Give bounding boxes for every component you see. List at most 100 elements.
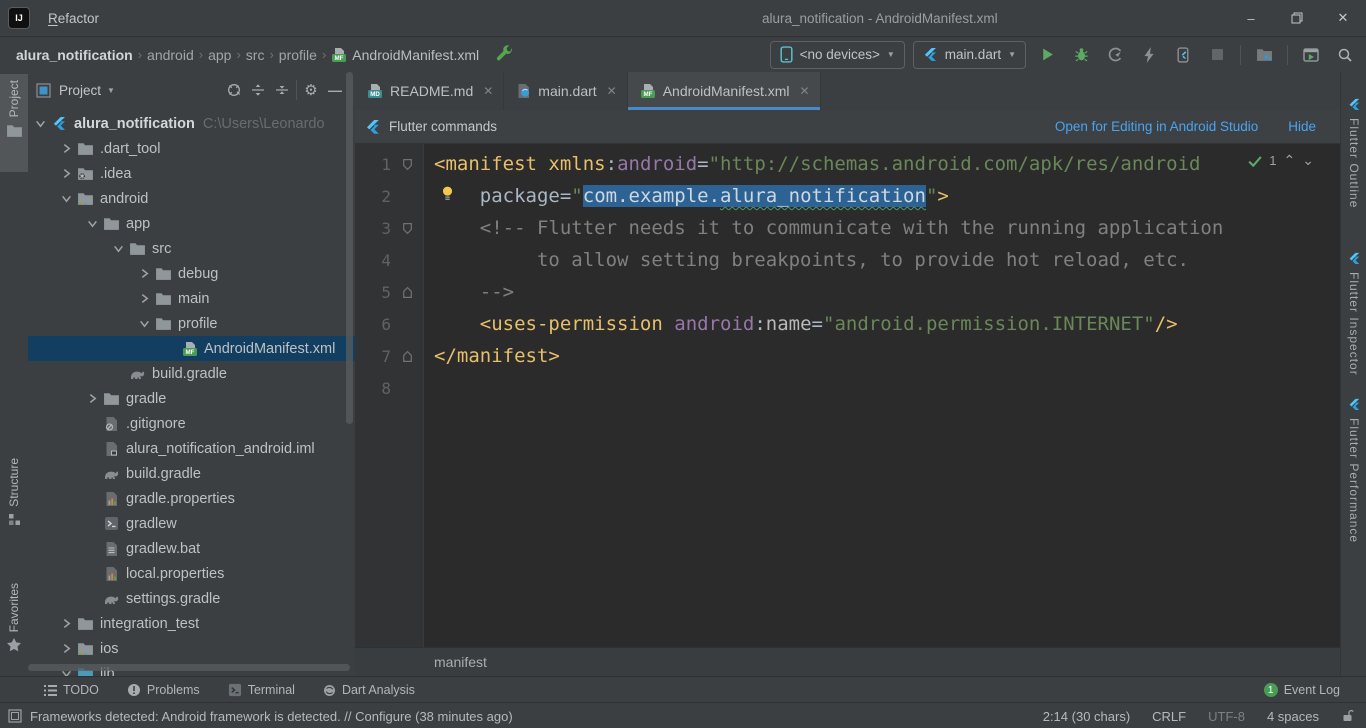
- code-line-1[interactable]: 1<manifest xmlns:android="http://schemas…: [355, 148, 1340, 180]
- tree-row-src[interactable]: src: [28, 236, 355, 261]
- stripe-tab-flutter-performance[interactable]: Flutter Performance: [1341, 398, 1366, 543]
- profile-button[interactable]: [1102, 42, 1128, 68]
- tree-row-integration_test[interactable]: integration_test: [28, 611, 355, 636]
- code-line-7[interactable]: 7</manifest>: [355, 340, 1340, 372]
- tree-row-AndroidManifest.xml[interactable]: MFAndroidManifest.xml: [28, 336, 355, 361]
- status-message[interactable]: Frameworks detected: Android framework i…: [30, 709, 513, 724]
- tool-window-button-terminal[interactable]: Terminal: [228, 683, 295, 697]
- run-anything-button[interactable]: [1298, 42, 1324, 68]
- stripe-tab-project[interactable]: Project: [0, 74, 28, 172]
- chevron-down-icon[interactable]: [58, 190, 75, 207]
- device-selector[interactable]: <no devices>▼: [770, 41, 905, 69]
- chevron-right-icon[interactable]: [58, 140, 75, 157]
- tree-row-alura_notification_android.iml[interactable]: alura_notification_android.iml: [28, 436, 355, 461]
- fold-marker-icon[interactable]: [391, 158, 423, 171]
- banner-link-open-for-editing-in-android-studio[interactable]: Open for Editing in Android Studio: [1055, 119, 1258, 134]
- breadcrumb-item-android[interactable]: android: [147, 47, 194, 63]
- banner-link-hide[interactable]: Hide: [1288, 119, 1316, 134]
- tree-row-ios[interactable]: ios: [28, 636, 355, 661]
- chevron-right-icon[interactable]: [58, 165, 75, 182]
- tree-row-gradlew[interactable]: gradlew: [28, 511, 355, 536]
- run-target-selector[interactable]: main.dart▼: [913, 41, 1026, 69]
- flutter-hot-reload-wrench-icon[interactable]: [495, 45, 514, 64]
- breadcrumb-item-AndroidManifest.xml[interactable]: MFAndroidManifest.xml: [331, 47, 479, 63]
- tree-row-gradlew.bat[interactable]: gradlew.bat: [28, 536, 355, 561]
- code-line-3[interactable]: 3 <!-- Flutter needs it to communicate w…: [355, 212, 1340, 244]
- chevron-down-icon[interactable]: [110, 240, 127, 257]
- inspection-widget[interactable]: 1 ⌃ ⌄: [1248, 152, 1314, 169]
- close-tab-icon[interactable]: ✕: [800, 84, 810, 98]
- tool-window-button-todo[interactable]: TODO: [44, 683, 99, 697]
- code-line-4[interactable]: 4 to allow setting breakpoints, to provi…: [355, 244, 1340, 276]
- chevron-right-icon[interactable]: [84, 390, 101, 407]
- stop-button[interactable]: [1204, 42, 1230, 68]
- maximize-button[interactable]: [1274, 0, 1320, 36]
- debug-button[interactable]: [1068, 42, 1094, 68]
- editor-tab-main.dart[interactable]: main.dart✕: [504, 72, 627, 110]
- tree-row-profile[interactable]: profile: [28, 311, 355, 336]
- code-editor[interactable]: 1<manifest xmlns:android="http://schemas…: [355, 144, 1340, 647]
- chevron-right-icon[interactable]: [136, 265, 153, 282]
- code-line-8[interactable]: 8: [355, 372, 1340, 404]
- breadcrumb-item-app[interactable]: app: [208, 47, 231, 63]
- caret-position[interactable]: 2:14 (30 chars): [1043, 709, 1130, 724]
- tool-window-button-dart-analysis[interactable]: Dart Analysis: [323, 683, 415, 697]
- tree-row-debug[interactable]: debug: [28, 261, 355, 286]
- expand-all-icon[interactable]: [246, 78, 270, 102]
- chevron-right-icon[interactable]: [58, 615, 75, 632]
- prev-issue-icon[interactable]: ⌃: [1284, 152, 1296, 169]
- chevron-right-icon[interactable]: [58, 640, 75, 657]
- chevron-down-icon[interactable]: ▼: [107, 86, 115, 95]
- tool-window-button-problems[interactable]: Problems: [127, 683, 200, 697]
- chevron-right-icon[interactable]: [136, 290, 153, 307]
- tree-row-alura_notification[interactable]: alura_notificationC:\Users\Leonardo: [28, 111, 355, 136]
- chevron-down-icon[interactable]: [136, 315, 153, 332]
- tree-row-gradle[interactable]: gradle: [28, 386, 355, 411]
- tree-row-build.gradle[interactable]: build.gradle: [28, 461, 355, 486]
- tree-row-settings.gradle[interactable]: settings.gradle: [28, 586, 355, 611]
- tree-row-.idea[interactable]: .idea: [28, 161, 355, 186]
- device-file-explorer-button[interactable]: [1251, 42, 1277, 68]
- chevron-down-icon[interactable]: [84, 215, 101, 232]
- collapse-all-icon[interactable]: [270, 78, 294, 102]
- menu-item-refactor[interactable]: Refactor: [39, 0, 110, 36]
- breadcrumb-item-alura_notification[interactable]: alura_notification: [16, 47, 133, 63]
- tree-row-.dart_tool[interactable]: .dart_tool: [28, 136, 355, 161]
- code-line-2[interactable]: 2 package="com.example.alura_notificatio…: [355, 180, 1340, 212]
- tree-vertical-scrollbar[interactable]: [346, 72, 353, 424]
- hot-reload-button[interactable]: [1136, 42, 1162, 68]
- gear-icon[interactable]: ⚙: [299, 78, 323, 102]
- tree-horizontal-scrollbar[interactable]: [28, 664, 350, 671]
- intention-bulb-icon[interactable]: [441, 185, 454, 207]
- breadcrumb-manifest[interactable]: manifest: [434, 654, 487, 670]
- indent-setting[interactable]: 4 spaces: [1267, 709, 1319, 724]
- tree-row-app[interactable]: app: [28, 211, 355, 236]
- fold-marker-icon[interactable]: [391, 222, 423, 235]
- tree-row-build.gradle[interactable]: build.gradle: [28, 361, 355, 386]
- close-button[interactable]: ✕: [1320, 0, 1366, 36]
- breadcrumb-item-profile[interactable]: profile: [279, 47, 317, 63]
- tree-row-.gitignore[interactable]: .gitignore: [28, 411, 355, 436]
- minus-icon[interactable]: —: [323, 78, 347, 102]
- minimize-button[interactable]: –: [1228, 0, 1274, 36]
- tool-windows-toggle-icon[interactable]: [8, 709, 22, 723]
- locate-icon[interactable]: [222, 78, 246, 102]
- editor-tab-README.md[interactable]: MDREADME.md✕: [355, 72, 504, 110]
- editor-tab-AndroidManifest.xml[interactable]: MFAndroidManifest.xml✕: [628, 72, 821, 110]
- tree-row-local.properties[interactable]: local.properties: [28, 561, 355, 586]
- tree-row-main[interactable]: main: [28, 286, 355, 311]
- stripe-tab-structure[interactable]: Structure: [0, 452, 28, 574]
- next-issue-icon[interactable]: ⌄: [1302, 152, 1314, 169]
- line-ending[interactable]: CRLF: [1152, 709, 1186, 724]
- fold-marker-icon[interactable]: [391, 350, 423, 363]
- stripe-tab-favorites[interactable]: Favorites: [0, 577, 28, 687]
- tree-row-gradle.properties[interactable]: gradle.properties: [28, 486, 355, 511]
- project-panel-title[interactable]: Project: [59, 83, 101, 98]
- lock-icon[interactable]: [1341, 709, 1354, 723]
- stripe-tab-flutter-outline[interactable]: Flutter Outline: [1341, 98, 1366, 208]
- search-everywhere-button[interactable]: [1332, 42, 1358, 68]
- attach-button[interactable]: [1170, 42, 1196, 68]
- stripe-tab-flutter-inspector[interactable]: Flutter Inspector: [1341, 252, 1366, 376]
- code-line-6[interactable]: 6 <uses-permission android:name="android…: [355, 308, 1340, 340]
- code-line-5[interactable]: 5 -->: [355, 276, 1340, 308]
